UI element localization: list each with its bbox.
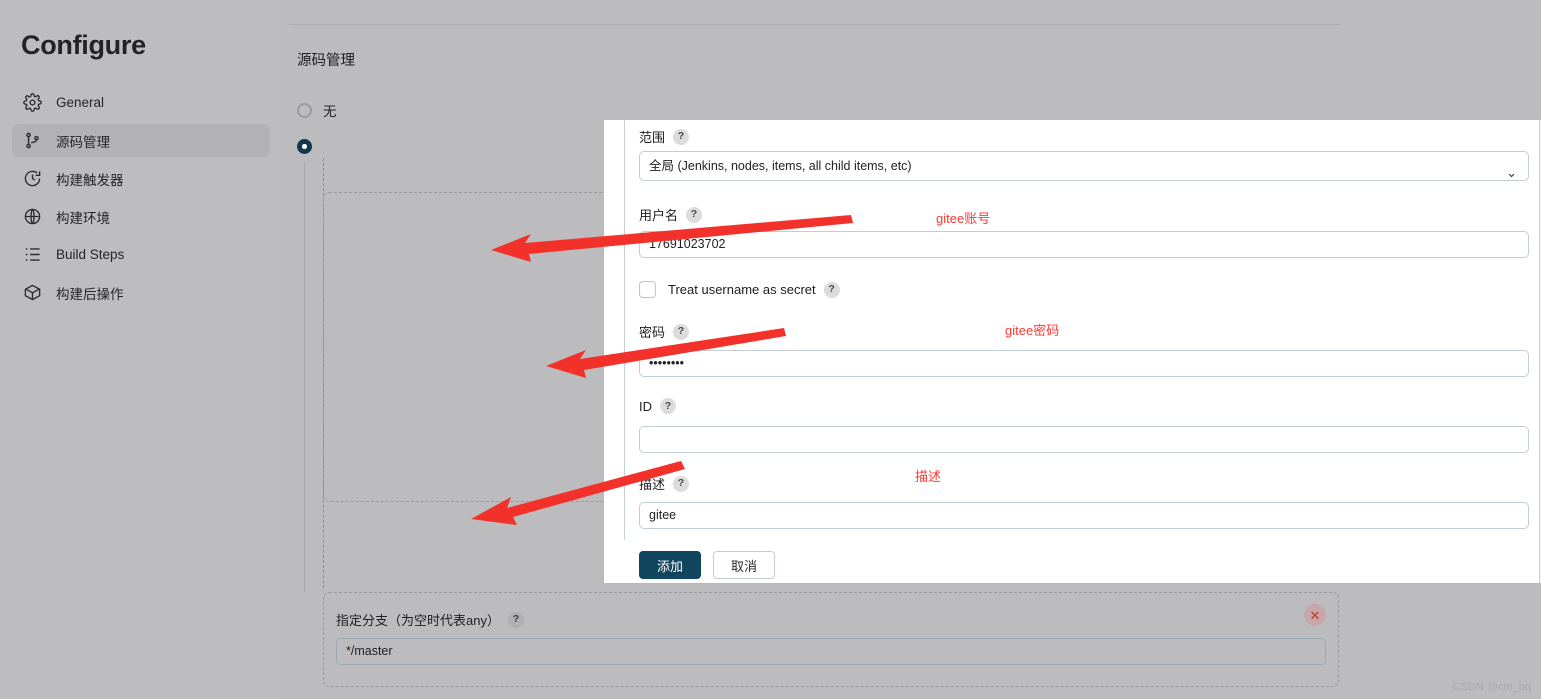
sidebar-nav: General 源码管理 构建触发器 构建环境 Build Steps 构建后操…: [12, 86, 270, 314]
radio-scm-git[interactable]: [297, 139, 323, 154]
treat-username-as-secret-label: Treat username as secret: [668, 282, 816, 297]
sidebar-item-label: 源码管理: [56, 134, 110, 150]
scope-label: 范围: [639, 130, 666, 145]
sidebar-item-label: 构建触发器: [56, 172, 124, 188]
username-input[interactable]: 17691023702: [639, 231, 1529, 258]
username-label: 用户名: [639, 208, 679, 223]
sidebar-item-label: 构建后操作: [56, 286, 124, 302]
branch-label: 指定分支（为空时代表any）: [336, 613, 500, 628]
sidebar-item-post-build-actions[interactable]: 构建后操作: [12, 276, 270, 309]
branch-label-row: 指定分支（为空时代表any） ?: [336, 610, 524, 629]
add-button[interactable]: 添加: [639, 551, 701, 579]
help-icon[interactable]: ?: [673, 323, 690, 340]
branch-panel: 指定分支（为空时代表any） ? */master: [323, 592, 1339, 687]
password-input[interactable]: ••••••••: [639, 350, 1529, 377]
username-label-row: 用户名 ?: [639, 205, 703, 224]
watermark: CSDN @cm_pq: [1452, 681, 1531, 693]
description-label-row: 描述 ?: [639, 474, 690, 493]
treat-username-as-secret-checkbox[interactable]: [639, 281, 656, 298]
sidebar-item-build-steps[interactable]: Build Steps: [12, 238, 270, 271]
id-label: ID: [639, 398, 652, 414]
description-label: 描述: [639, 477, 666, 492]
sidebar-item-build-environment[interactable]: 构建环境: [12, 200, 270, 233]
branch-input[interactable]: */master: [336, 638, 1326, 665]
clock-icon: [23, 169, 42, 188]
sidebar-item-build-triggers[interactable]: 构建触发器: [12, 162, 270, 195]
page-title: Configure: [21, 30, 146, 60]
package-icon: [23, 283, 42, 302]
list-icon: [23, 245, 42, 264]
gear-icon: [23, 93, 42, 112]
sidebar-item-label: Build Steps: [56, 247, 125, 262]
sidebar-item-scm[interactable]: 源码管理: [12, 124, 270, 157]
help-icon[interactable]: ?: [686, 206, 703, 223]
password-label-row: 密码 ?: [639, 322, 690, 341]
chevron-down-icon: ⌄: [1506, 165, 1517, 180]
main-content: 源码管理 无 ⌄ ✕ 指定分支（为空时代表any） ? */master ✕: [281, 0, 1541, 699]
dialog-body: 范围 ? 全局 (Jenkins, nodes, items, all chil…: [604, 120, 1534, 583]
app-root: Configure General 源码管理 构建触发器 构建环境 Build …: [0, 0, 1541, 699]
annotation-password: gitee密码: [1005, 323, 1060, 338]
sidebar-item-label: General: [56, 95, 105, 110]
treat-username-as-secret-row[interactable]: Treat username as secret ?: [639, 281, 840, 298]
radio-scm-none[interactable]: 无: [297, 100, 337, 120]
help-icon[interactable]: ?: [673, 128, 690, 145]
help-icon[interactable]: ?: [673, 475, 690, 492]
password-label: 密码: [639, 325, 666, 340]
section-title: 源码管理: [297, 53, 355, 69]
annotation-description: 描述: [915, 469, 942, 484]
help-icon[interactable]: ?: [660, 398, 676, 414]
sidebar-item-general[interactable]: General: [12, 86, 270, 119]
credentials-dialog: 范围 ? 全局 (Jenkins, nodes, items, all chil…: [603, 119, 1541, 584]
scope-select[interactable]: 全局 (Jenkins, nodes, items, all child ite…: [639, 151, 1529, 181]
header-divider: [289, 24, 1341, 25]
help-icon[interactable]: ?: [507, 611, 524, 628]
dialog-actions: 添加 取消: [639, 551, 775, 579]
help-icon[interactable]: ?: [823, 281, 840, 298]
radio-circle-selected: [297, 139, 312, 154]
globe-icon: [23, 207, 42, 226]
remove-branch-button[interactable]: ✕: [1304, 604, 1326, 626]
radio-circle: [297, 102, 312, 118]
scope-value: 全局 (Jenkins, nodes, items, all child ite…: [649, 159, 912, 173]
sidebar-item-label: 构建环境: [56, 210, 110, 226]
scope-label-row: 范围 ?: [639, 127, 690, 146]
id-input[interactable]: [639, 426, 1529, 453]
description-input[interactable]: gitee: [639, 502, 1529, 529]
sidebar: Configure General 源码管理 构建触发器 构建环境 Build …: [0, 0, 281, 699]
annotation-username: gitee账号: [936, 211, 991, 226]
radio-label: 无: [323, 104, 337, 119]
cancel-button[interactable]: 取消: [713, 551, 775, 579]
git-branch-icon: [23, 131, 42, 150]
nesting-guide-line: [304, 162, 305, 592]
id-label-row: ID ?: [639, 398, 676, 414]
